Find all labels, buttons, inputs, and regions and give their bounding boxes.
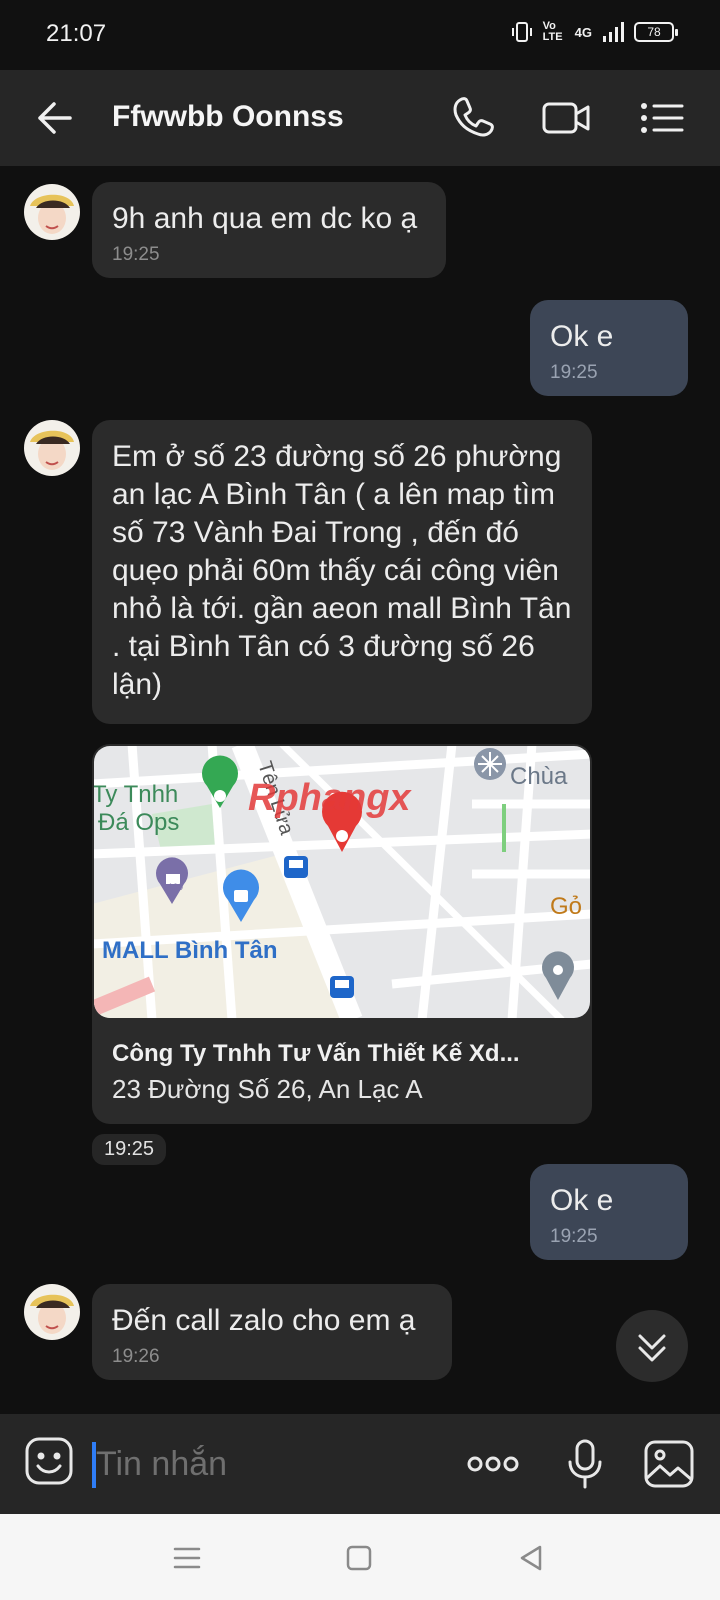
message-list[interactable]: 9h anh qua em dc ko ạ 19:25 Ok e 19:25 E… [0, 166, 720, 1414]
message-input[interactable] [96, 1438, 436, 1490]
scroll-to-bottom-button[interactable] [616, 1310, 688, 1382]
message-time: 19:25 [550, 1226, 598, 1247]
message-time: 19:26 [112, 1346, 160, 1367]
map-label-badge: 100 [168, 882, 183, 892]
watermark: Rphangx [248, 777, 412, 819]
message-text: Ok e [550, 320, 614, 353]
battery-level: 78 [647, 25, 661, 39]
message-bubble-incoming[interactable]: 9h anh qua em dc ko ạ 19:25 [92, 182, 446, 278]
vibrate-icon [511, 22, 532, 42]
location-card[interactable]: Ty Tnhh Đá Ops Chùa MALL Bình Tân Gỏ 100… [92, 744, 592, 1124]
sticker-emoji-icon[interactable] [24, 1436, 74, 1486]
status-icons: Vo LTE 4G 78 [511, 20, 678, 44]
battery-icon: 78 [634, 22, 678, 42]
message-text: Ok e [550, 1184, 614, 1217]
message-time: 19:25 [112, 244, 160, 265]
home-icon[interactable] [342, 1542, 376, 1574]
signal-icon [603, 22, 624, 42]
recent-apps-icon[interactable] [170, 1542, 204, 1574]
image-gallery-icon[interactable] [642, 1438, 696, 1490]
back-arrow-icon[interactable] [30, 96, 78, 140]
map-label-place2: Đá Ops [98, 809, 179, 836]
phone-call-icon[interactable] [448, 94, 500, 142]
message-bubble-outgoing[interactable]: Ok e 19:25 [530, 1164, 688, 1260]
network-label: 4G [574, 24, 592, 40]
volte-label: Vo LTE [542, 20, 563, 43]
message-bubble-incoming[interactable]: Đến call zalo cho em ạ 19:26 [92, 1284, 452, 1380]
map-preview[interactable]: Ty Tnhh Đá Ops Chùa MALL Bình Tân Gỏ 100… [92, 744, 592, 1020]
avatar[interactable] [24, 184, 80, 240]
message-text: 9h anh qua em dc ko ạ [112, 202, 418, 235]
location-title: Công Ty Tnhh Tư Vấn Thiết Kế Xd... [112, 1040, 520, 1067]
avatar[interactable] [24, 1284, 80, 1340]
message-text: Em ở số 23 đường số 26 phường an lạc A B… [112, 440, 572, 701]
message-bubble-incoming[interactable]: Em ở số 23 đường số 26 phường an lạc A B… [92, 420, 592, 724]
video-call-icon[interactable] [540, 94, 592, 142]
menu-list-icon[interactable] [636, 94, 688, 142]
map-label-edge: Gỏ [550, 893, 582, 920]
chat-header: Ffwwbb Oonnss [0, 70, 720, 166]
map-label-place1: Ty Tnhh [92, 781, 178, 808]
message-bubble-outgoing[interactable]: Ok e 19:25 [530, 300, 688, 396]
avatar-image [24, 1284, 80, 1340]
system-navigation-bar [0, 1514, 720, 1600]
message-text: Đến call zalo cho em ạ [112, 1304, 416, 1337]
map-label-mall: MALL Bình Tân [102, 937, 278, 964]
map-label-temple: Chùa [510, 763, 568, 790]
back-triangle-icon[interactable] [514, 1542, 548, 1574]
avatar-image [24, 420, 80, 476]
status-bar: 21:07 Vo LTE 4G 78 [0, 0, 720, 70]
location-time: 19:25 [92, 1134, 167, 1165]
avatar[interactable] [24, 420, 80, 476]
status-time: 21:07 [46, 20, 107, 47]
message-composer [0, 1414, 720, 1514]
more-options-icon[interactable] [466, 1438, 520, 1490]
location-address: 23 Đường Số 26, An Lạc A [112, 1074, 423, 1104]
microphone-icon[interactable] [558, 1438, 612, 1490]
message-time: 19:25 [550, 362, 598, 383]
contact-name[interactable]: Ffwwbb Oonnss [112, 100, 344, 134]
chevron-double-down-icon [638, 1334, 666, 1362]
avatar-image [24, 184, 80, 240]
